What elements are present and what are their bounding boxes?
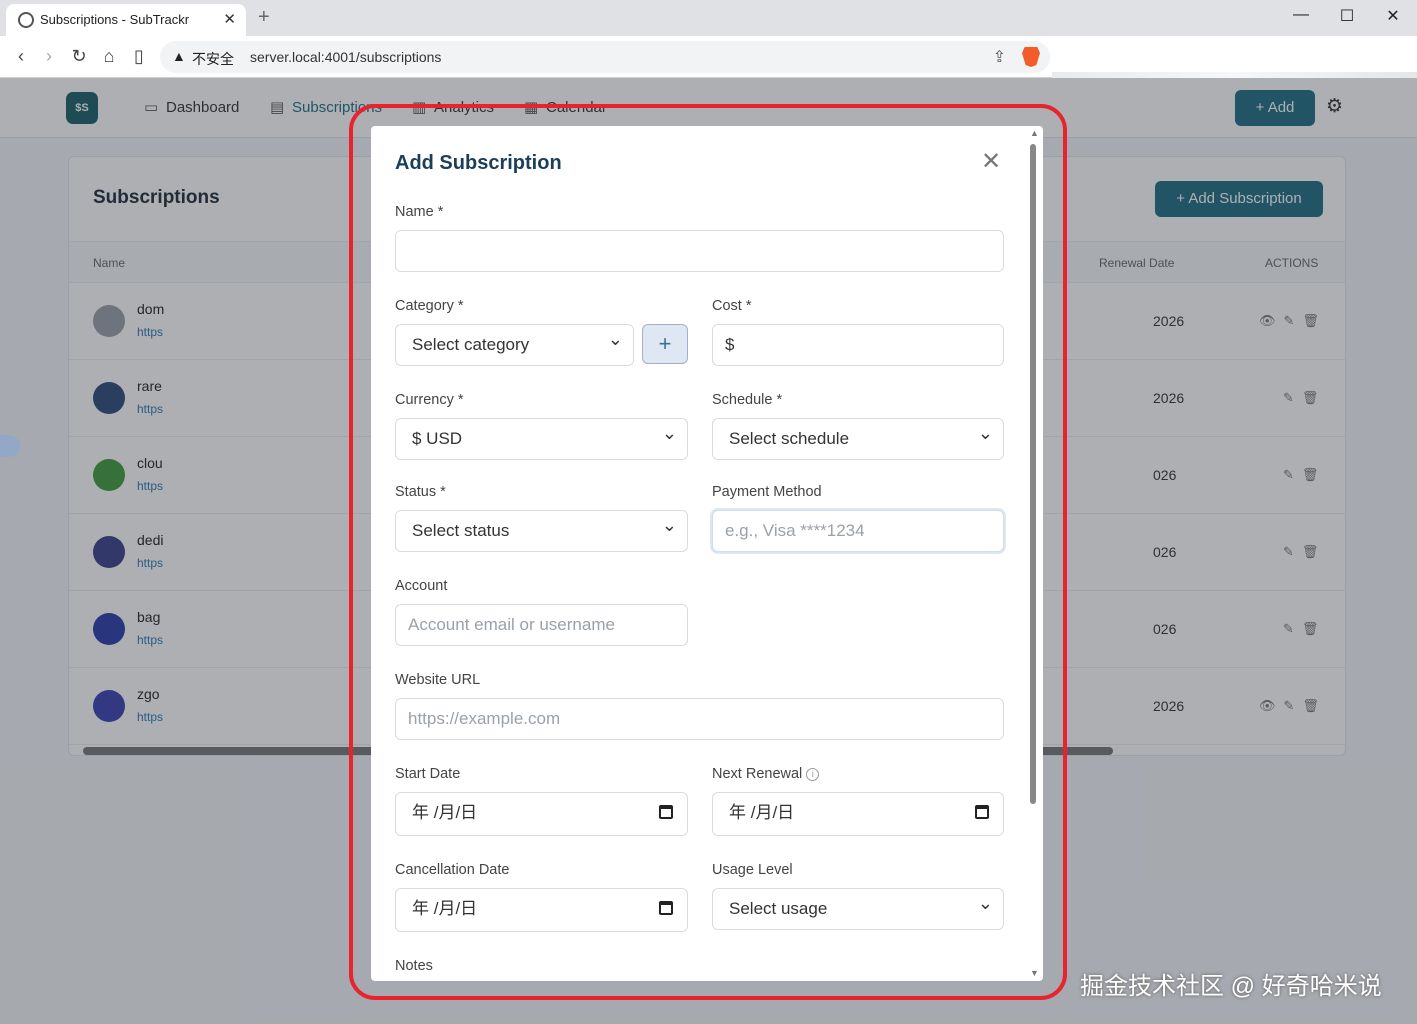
new-tab-icon[interactable]: + [258, 6, 270, 29]
browser-toolbar: ‹ › ↻ ⌂ ▯ ▲ 不安全 server.local:4001/subscr… [0, 36, 1417, 114]
bookmark-icon[interactable]: ▯ [128, 46, 150, 67]
maximize-icon[interactable]: ☐ [1324, 6, 1370, 26]
share-icon[interactable]: ⇪ [993, 47, 1006, 67]
home-icon[interactable]: ⌂ [98, 46, 120, 67]
window-close-icon[interactable]: ✕ [1370, 6, 1416, 26]
watermark: 掘金技术社区 @ 好奇哈米说 [1080, 973, 1382, 1000]
browser-tab[interactable]: Subscriptions - SubTrackr ✕ [6, 4, 246, 36]
back-icon[interactable]: ‹ [10, 46, 32, 67]
tab-close-icon[interactable]: ✕ [223, 10, 236, 28]
warning-icon: ▲ [172, 48, 186, 64]
address-bar[interactable]: ▲ 不安全 server.local:4001/subscriptions ⇪ [160, 41, 1050, 73]
browser-tabbar: Subscriptions - SubTrackr ✕ + — ☐ ✕ [0, 0, 1417, 36]
globe-icon [18, 12, 34, 28]
reload-icon[interactable]: ↻ [68, 46, 90, 67]
highlight-annotation [349, 104, 1067, 1000]
security-label: 不安全 [192, 51, 234, 67]
forward-icon[interactable]: › [38, 46, 60, 67]
url-text[interactable]: server.local:4001/subscriptions [250, 49, 441, 65]
brave-shield-icon[interactable] [1022, 47, 1040, 67]
tab-title: Subscriptions - SubTrackr [40, 12, 190, 27]
minimize-icon[interactable]: — [1278, 6, 1324, 24]
